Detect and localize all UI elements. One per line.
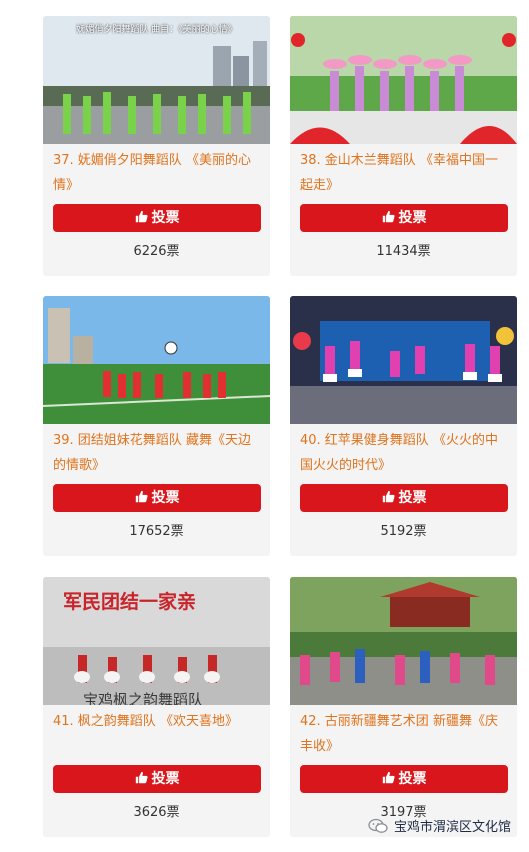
vote-button-label: 投票 [151, 771, 180, 787]
vote-count: 6226票 [133, 244, 180, 259]
entry-title[interactable]: 38. 金山木兰舞蹈队 《幸福中国一起走》 [300, 148, 510, 198]
vote-card-39: 39. 团结姐妹花舞蹈队 藏舞《天边的情歌》 投票 17652票 [43, 296, 270, 556]
vote-count: 3626票 [133, 805, 180, 820]
vote-card-40: 40. 红苹果健身舞蹈队 《火火的中国火火的时代》 投票 5192票 [290, 296, 517, 556]
wechat-icon [368, 818, 388, 841]
entry-title[interactable]: 40. 红苹果健身舞蹈队 《火火的中国火火的时代》 [300, 428, 510, 478]
thumbs-up-icon [135, 205, 148, 233]
vote-button-label: 投票 [398, 771, 427, 787]
vote-button[interactable]: 投票 [53, 765, 261, 793]
thumbs-up-icon [382, 485, 395, 513]
vote-button[interactable]: 投票 [53, 484, 261, 512]
video-thumbnail-37[interactable]: 妩媚俏夕阳舞蹈队 曲目：《美丽的心情》 [43, 16, 270, 144]
vote-card-41: 军民团结一家亲 宝鸡枫之韵舞蹈队 41. 枫之韵舞蹈队 《欢天喜地》 投票 36… [43, 577, 270, 837]
vote-button[interactable]: 投票 [300, 765, 508, 793]
video-thumbnail-39[interactable] [43, 296, 270, 424]
thumbnail-caption-secondary: 宝鸡枫之韵舞蹈队 [83, 691, 204, 705]
vote-button-label: 投票 [398, 210, 427, 226]
vote-card-38: 38. 金山木兰舞蹈队 《幸福中国一起走》 投票 11434票 [290, 16, 517, 276]
vote-button-label: 投票 [151, 490, 180, 506]
entry-title[interactable]: 39. 团结姐妹花舞蹈队 藏舞《天边的情歌》 [53, 428, 263, 478]
entry-title[interactable]: 37. 妩媚俏夕阳舞蹈队 《美丽的心情》 [53, 148, 263, 198]
vote-count: 5192票 [380, 524, 427, 539]
vote-button[interactable]: 投票 [53, 204, 261, 232]
thumbs-up-icon [382, 766, 395, 794]
video-thumbnail-40[interactable] [290, 296, 517, 424]
entry-title[interactable]: 41. 枫之韵舞蹈队 《欢天喜地》 [53, 709, 263, 734]
thumbs-up-icon [382, 205, 395, 233]
entry-title[interactable]: 42. 古丽新疆舞艺术团 新疆舞《庆丰收》 [300, 709, 510, 759]
thumbs-up-icon [135, 485, 148, 513]
video-thumbnail-38[interactable] [290, 16, 517, 144]
thumbnail-caption: 妩媚俏夕阳舞蹈队 曲目：《美丽的心情》 [76, 25, 237, 35]
thumbnail-caption: 军民团结一家亲 [63, 591, 197, 613]
watermark-text: 宝鸡市渭滨区文化馆 [394, 820, 512, 835]
vote-count: 17652票 [129, 524, 184, 539]
vote-card-37: 妩媚俏夕阳舞蹈队 曲目：《美丽的心情》 37. 妩媚俏夕阳舞蹈队 《美丽的心情》… [43, 16, 270, 276]
vote-button[interactable]: 投票 [300, 204, 508, 232]
vote-button-label: 投票 [151, 210, 180, 226]
vote-button-label: 投票 [398, 490, 427, 506]
account-watermark: 宝鸡市渭滨区文化馆 [368, 818, 528, 838]
vote-button[interactable]: 投票 [300, 484, 508, 512]
video-thumbnail-42[interactable] [290, 577, 517, 705]
thumbs-up-icon [135, 766, 148, 794]
vote-card-42: 42. 古丽新疆舞艺术团 新疆舞《庆丰收》 投票 3197票 [290, 577, 517, 837]
vote-count: 11434票 [376, 244, 431, 259]
video-thumbnail-41[interactable]: 军民团结一家亲 宝鸡枫之韵舞蹈队 [43, 577, 270, 705]
